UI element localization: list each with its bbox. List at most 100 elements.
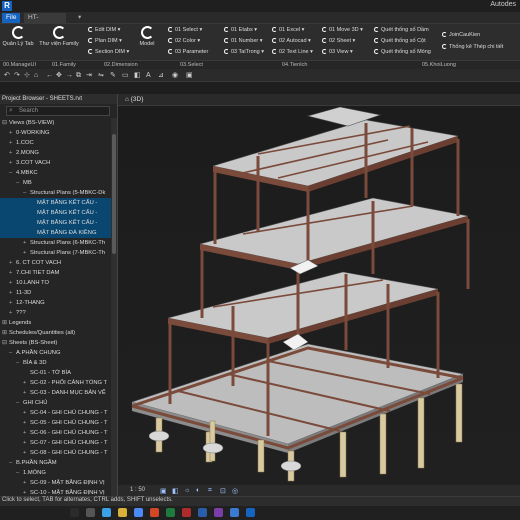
tree-item[interactable]: +12-THANG xyxy=(0,298,117,308)
tree-item[interactable]: ⊞ Legends xyxy=(0,318,117,328)
tree-item[interactable]: + Structural Plans (6-MBKC-Th xyxy=(0,238,117,248)
explorer-icon[interactable] xyxy=(118,508,127,517)
taitrong-button[interactable]: 03 TaiTrong ▾ xyxy=(224,49,264,56)
excel-icon[interactable] xyxy=(166,508,175,517)
snap-icon[interactable]: ⊹ xyxy=(24,71,30,80)
app-icon[interactable] xyxy=(214,508,223,517)
tree-item[interactable]: + SC-05 - GHI CHÚ CHUNG - T xyxy=(0,418,117,428)
tree-item[interactable]: +1.COC xyxy=(0,138,117,148)
plan-dim-button[interactable]: Plan DIM ▾ xyxy=(88,38,122,45)
tab-file[interactable]: File xyxy=(2,13,20,23)
tree-item[interactable]: – BÌA & 3D xyxy=(0,358,117,368)
browser-scrollbar-thumb[interactable] xyxy=(112,134,116,254)
word-icon[interactable] xyxy=(198,508,207,517)
align-icon[interactable]: ⇥ xyxy=(86,71,92,80)
autocad-icon[interactable] xyxy=(182,508,191,517)
expand-toggle-icon[interactable]: + xyxy=(23,488,30,496)
expand-toggle-icon[interactable]: + xyxy=(9,148,16,158)
number-button[interactable]: 01 Number ▾ xyxy=(224,38,263,45)
expand-toggle-icon[interactable]: – xyxy=(9,348,16,358)
thu-vien-family-button[interactable]: Thư viện Family xyxy=(36,26,82,47)
expand-toggle-icon[interactable]: + xyxy=(9,158,16,168)
copy-icon[interactable]: ⧉ xyxy=(76,71,81,80)
lock-icon[interactable]: ⊡ xyxy=(220,487,226,495)
tree-item[interactable]: +2.MONG xyxy=(0,148,117,158)
expand-toggle-icon[interactable]: ⊞ xyxy=(2,318,9,328)
revit-taskbar-icon[interactable] xyxy=(246,508,255,517)
tree-item[interactable]: +7.CHI TIET DAM xyxy=(0,268,117,278)
tree-item[interactable]: + SC-07 - GHI CHÚ CHUNG - T xyxy=(0,438,117,448)
color-button[interactable]: 02 Color ▾ xyxy=(168,38,200,45)
edge-icon[interactable] xyxy=(102,508,111,517)
tree-item[interactable]: – MB xyxy=(0,178,117,188)
redo-icon[interactable]: ↷ xyxy=(14,71,20,80)
tree-item[interactable]: +??? xyxy=(0,308,117,318)
expand-toggle-icon[interactable]: + xyxy=(23,248,30,258)
expand-toggle-icon[interactable]: + xyxy=(9,288,16,298)
autocad-button[interactable]: 02 Autocad ▾ xyxy=(272,38,311,45)
expand-toggle-icon[interactable]: + xyxy=(23,238,30,248)
tree-item[interactable]: ⊟ Sheets (BS-Sheet) xyxy=(0,338,117,348)
sun-path-icon[interactable]: ☼ xyxy=(184,487,190,494)
expand-toggle-icon[interactable]: + xyxy=(9,138,16,148)
expand-toggle-icon[interactable]: – xyxy=(16,398,23,408)
parameter-button[interactable]: 03 Parameter xyxy=(168,49,208,56)
text-icon[interactable]: A xyxy=(146,71,151,80)
expand-toggle-icon[interactable]: + xyxy=(23,418,30,428)
view-button[interactable]: 03 View ▾ xyxy=(322,49,353,56)
expand-toggle-icon[interactable]: + xyxy=(23,478,30,488)
expand-toggle-icon[interactable]: – xyxy=(9,458,16,468)
etabs-button[interactable]: 01 Etabs ▾ xyxy=(224,27,257,34)
expand-toggle-icon[interactable]: + xyxy=(23,388,30,398)
expand-toggle-icon[interactable]: ⊟ xyxy=(2,118,9,128)
quan-ly-tab-button[interactable]: Quản Lý Tab xyxy=(2,26,34,47)
tab-ht-structural[interactable]: HT-Structural xyxy=(24,13,66,31)
tab-3d-view[interactable]: ⌂ {3D} xyxy=(121,95,147,105)
start-icon[interactable] xyxy=(70,508,79,517)
expand-toggle-icon[interactable]: ⊞ xyxy=(2,328,9,338)
select-button[interactable]: 01 Select ▾ xyxy=(168,27,202,34)
expand-toggle-icon[interactable]: + xyxy=(9,268,16,278)
office-icon[interactable] xyxy=(150,508,159,517)
pin-icon[interactable]: ✎ xyxy=(110,71,116,80)
tree-item[interactable]: MẶT BẰNG KẾT CẤU - xyxy=(0,208,117,218)
quet-cot-button[interactable]: Quét thống số Cột xyxy=(374,38,426,45)
arrow-right-icon[interactable]: → xyxy=(66,71,73,80)
tree-item[interactable]: + SC-04 - GHI CHÚ CHUNG - T xyxy=(0,408,117,418)
tree-item[interactable]: MẶT BẰNG ĐÀ KIỀNG xyxy=(0,228,117,238)
tree-item[interactable]: SC-01 - TỜ BÌA xyxy=(0,368,117,378)
visual-style-icon[interactable]: ◧ xyxy=(172,487,179,495)
undo-icon[interactable]: ↶ xyxy=(4,71,10,80)
tree-item[interactable]: + SC-10 - MẶT BẰNG ĐỊNH VỊ xyxy=(0,488,117,496)
select-icon[interactable]: ▭ xyxy=(122,71,129,80)
expand-toggle-icon[interactable]: + xyxy=(23,438,30,448)
tree-item[interactable]: +6. CT COT VACH xyxy=(0,258,117,268)
expand-toggle-icon[interactable]: – xyxy=(16,468,23,478)
text-line-button[interactable]: 02 Text Line ▾ xyxy=(272,49,313,56)
model-button[interactable]: Model xyxy=(136,26,158,47)
expand-toggle-icon[interactable]: – xyxy=(9,168,16,178)
expand-toggle-icon[interactable]: + xyxy=(9,278,16,288)
crop-icon[interactable]: ⌗ xyxy=(208,487,212,495)
expand-toggle-icon[interactable]: ⊟ xyxy=(2,338,9,348)
sheet-button[interactable]: 02 Sheet ▾ xyxy=(322,38,355,45)
tree-item[interactable]: – GHI CHÚ xyxy=(0,398,117,408)
section-dim-button[interactable]: Section DIM ▾ xyxy=(88,49,129,56)
tree-item[interactable]: MẶT BẰNG KẾT CẤU - xyxy=(0,198,117,208)
3d-viewport[interactable] xyxy=(118,106,520,485)
expand-toggle-icon[interactable]: + xyxy=(23,378,30,388)
expand-toggle-icon[interactable]: – xyxy=(16,358,23,368)
tree-item[interactable]: –4.MBKC xyxy=(0,168,117,178)
tree-item[interactable]: +10.LANH TO xyxy=(0,278,117,288)
tree-item[interactable]: +3.COT VACH xyxy=(0,158,117,168)
hide-isolate-icon[interactable]: ◎ xyxy=(232,487,238,495)
expand-toggle-icon[interactable]: + xyxy=(9,128,16,138)
vscode-icon[interactable] xyxy=(230,508,239,517)
tree-item[interactable]: + SC-02 - PHỐI CẢNH TỔNG T xyxy=(0,378,117,388)
move-3d-button[interactable]: 01 Move 3D ▾ xyxy=(322,27,363,34)
tree-item[interactable]: + SC-06 - GHI CHÚ CHUNG - T xyxy=(0,428,117,438)
tree-item[interactable]: – Structural Plans (5-MBKC-Dk xyxy=(0,188,117,198)
arrow-left-icon[interactable]: ← xyxy=(46,71,53,80)
move-icon[interactable]: ✥ xyxy=(56,71,62,80)
detail-level-icon[interactable]: ▣ xyxy=(160,487,167,495)
